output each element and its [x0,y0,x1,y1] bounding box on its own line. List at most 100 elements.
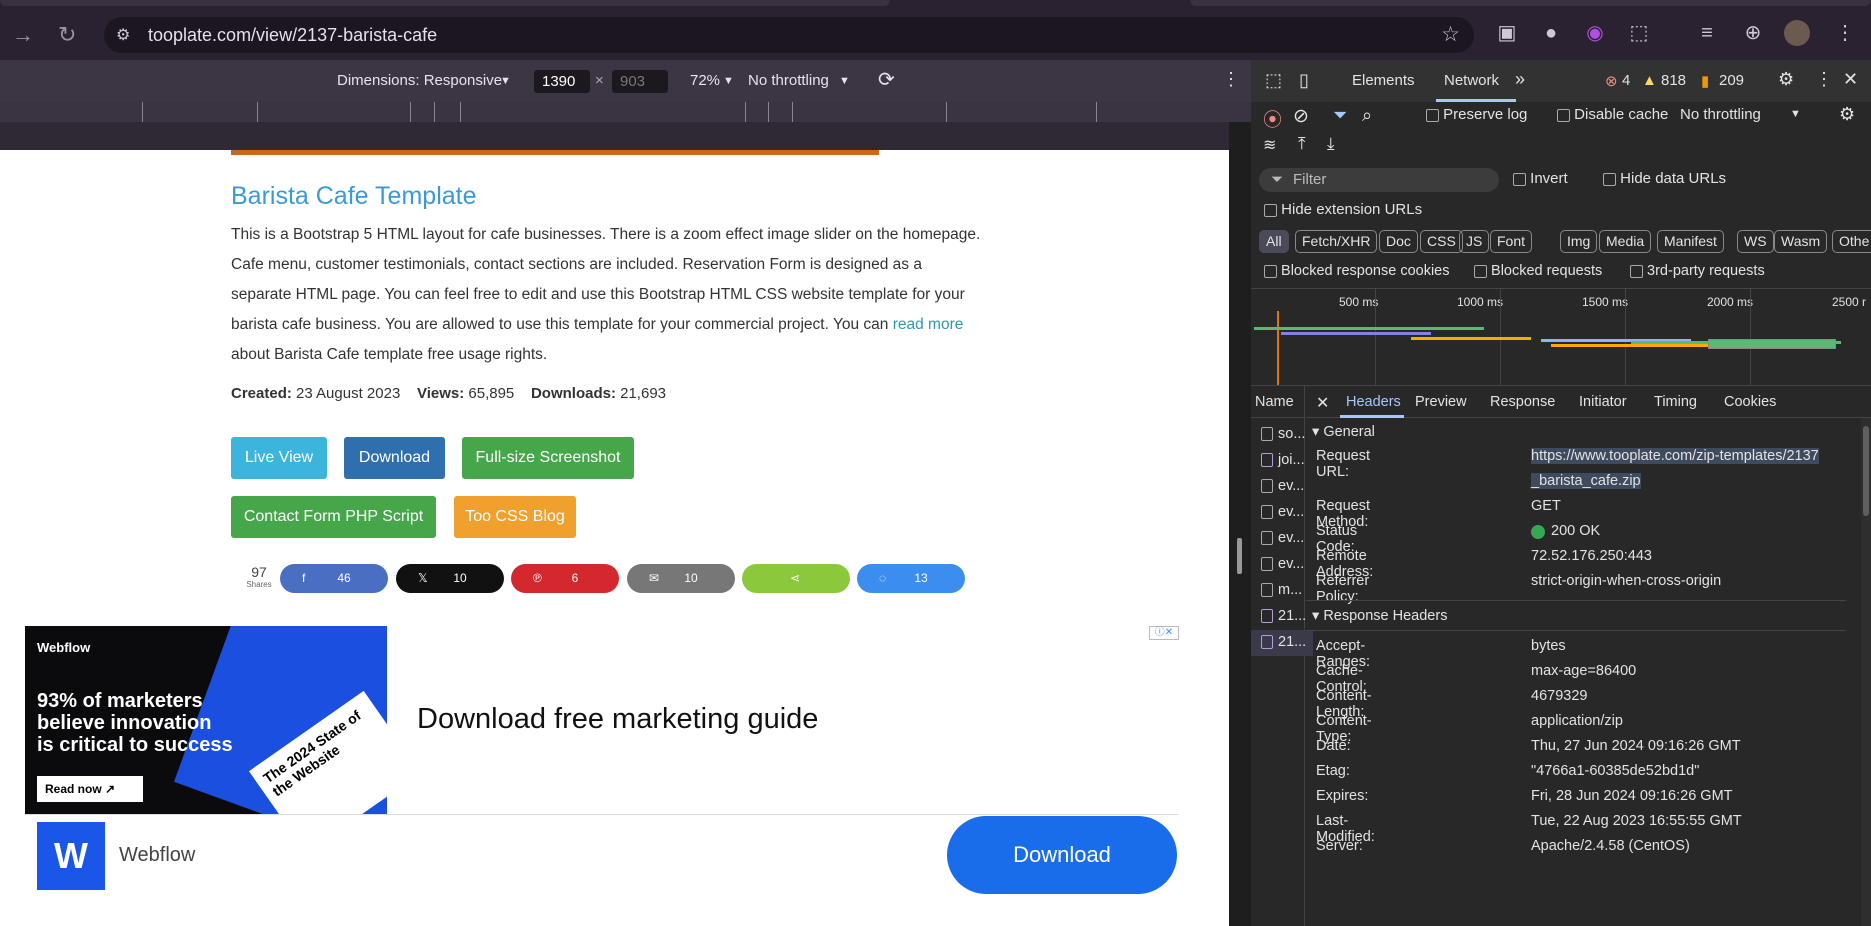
extension-icon[interactable]: ● [1538,20,1564,46]
media-query-ruler[interactable] [0,102,1251,122]
disable-cache-checkbox[interactable]: Disable cache [1557,106,1668,123]
network-settings-icon[interactable]: ⚙ [1839,104,1855,125]
request-row[interactable]: ev... [1251,500,1313,526]
header-value[interactable]: Thu, 27 Jun 2024 09:16:26 GMT [1531,738,1741,754]
site-settings-icon[interactable]: ⚙ [116,25,130,45]
ad-choices-icon[interactable]: ⓘ✕ [1149,626,1179,640]
tab-preview[interactable]: Preview [1415,394,1467,410]
messenger-share-button[interactable]: ◌ 13 [857,564,965,593]
request-row[interactable]: so... [1251,422,1313,448]
puzzle-icon[interactable]: ⬚ [1626,20,1652,46]
avatar[interactable] [1784,20,1810,46]
throttling-select[interactable]: No throttling [748,72,829,89]
name-column-header[interactable]: Name [1251,386,1305,418]
type-filter-ws[interactable]: WS [1737,230,1774,253]
request-url-value[interactable]: https://www.tooplate.com/zip-templates/2… [1531,448,1819,464]
extension-icon[interactable]: ▣ [1494,20,1520,46]
ad-download-button[interactable]: Download [947,816,1177,894]
zoom-select[interactable]: 72% [690,72,720,89]
live-view-button[interactable]: Live View [231,437,327,479]
read-now-button[interactable]: Read now ↗ [37,776,143,802]
network-overview[interactable]: 500 ms 1000 ms 1500 ms 2000 ms 2500 r [1251,288,1871,386]
contact-form-php-button[interactable]: Contact Form PHP Script [231,496,436,538]
type-filter-doc[interactable]: Doc [1379,230,1418,253]
height-input[interactable]: 903 [612,70,668,93]
type-filter-js[interactable]: JS [1459,230,1490,253]
warning-icon[interactable]: ▲ [1642,72,1657,89]
general-section-toggle[interactable]: ▾ General [1312,424,1375,440]
request-row-selected[interactable]: 21... [1251,630,1313,656]
download-icon[interactable]: ⊕ [1740,20,1766,46]
network-conditions-icon[interactable]: ≋ [1263,135,1276,155]
request-row[interactable]: 21... [1251,604,1313,630]
invert-checkbox[interactable]: Invert [1513,170,1568,187]
type-filter-img[interactable]: Img [1560,230,1598,253]
header-value[interactable]: Apache/2.4.58 (CentOS) [1531,838,1690,854]
header-value[interactable]: 4679329 [1531,688,1587,704]
request-row[interactable]: m... [1251,578,1313,604]
type-filter-css[interactable]: CSS [1420,230,1463,253]
issues-count[interactable]: 209 [1719,72,1744,89]
third-party-checkbox[interactable]: 3rd-party requests [1630,263,1765,279]
tab-headers[interactable]: Headers [1346,394,1401,410]
extension-icon[interactable]: ◉ [1582,20,1608,46]
type-filter-fetch-xhr[interactable]: Fetch/XHR [1295,230,1378,253]
resize-handle[interactable] [1237,538,1242,574]
hide-data-urls-checkbox[interactable]: Hide data URLs [1603,170,1726,187]
bookmark-star-icon[interactable]: ☆ [1441,22,1460,47]
tab-timing[interactable]: Timing [1654,394,1697,410]
more-options-icon[interactable]: ⋮ [1815,69,1833,90]
rotate-icon[interactable]: ⟳ [878,67,895,92]
network-throttling-select[interactable]: No throttling [1680,106,1761,123]
ad-headline[interactable]: Download free marketing guide [417,703,818,736]
type-filter-wasm[interactable]: Wasm [1774,230,1828,253]
response-headers-toggle[interactable]: ▾ Response Headers [1312,608,1447,624]
error-icon[interactable]: ⊗ [1605,72,1618,90]
url-text[interactable]: tooplate.com/view/2137-barista-cafe [148,25,437,46]
x-share-button[interactable]: 𝕏 10 [396,564,504,593]
scrollbar-thumb[interactable] [1863,426,1869,516]
header-value[interactable]: GET [1531,498,1561,514]
read-more-link[interactable]: read more [893,316,964,333]
header-value[interactable]: Fri, 28 Jun 2024 09:16:26 GMT [1531,788,1733,804]
preserve-log-checkbox[interactable]: Preserve log [1426,106,1527,123]
type-filter-all[interactable]: All [1259,230,1289,253]
export-har-icon[interactable]: ⤓ [1327,134,1335,154]
type-filter-media[interactable]: Media [1599,230,1652,253]
clear-icon[interactable]: ⊘ [1293,105,1309,128]
inspect-element-icon[interactable]: ⬚ [1265,70,1282,91]
pinterest-share-button[interactable]: ℗ 6 [511,564,619,593]
search-icon[interactable]: ⌕ [1362,105,1372,126]
media-icon[interactable]: ≡ [1694,20,1720,46]
blocked-requests-checkbox[interactable]: Blocked requests [1474,263,1602,279]
headers-scrollbar[interactable] [1861,418,1871,926]
warning-count[interactable]: 818 [1661,72,1686,89]
close-icon[interactable]: ✕ [1843,69,1858,90]
more-tabs-icon[interactable]: » [1515,69,1525,90]
error-count[interactable]: 4 [1622,72,1630,89]
record-stop-icon[interactable]: ⦿ [1263,105,1282,132]
browser-tab[interactable] [1190,0,1871,6]
request-row[interactable]: joi... [1251,448,1313,474]
forward-icon[interactable]: → [12,22,34,48]
import-har-icon[interactable]: ⤒ [1298,134,1306,154]
menu-icon[interactable]: ⋮ [1832,20,1858,46]
header-value[interactable]: max-age=86400 [1531,663,1636,679]
more-options-icon[interactable]: ⋮ [1222,69,1240,90]
blocked-cookies-checkbox[interactable]: Blocked response cookies [1264,263,1450,279]
request-row[interactable]: ev... [1251,552,1313,578]
share-button[interactable]: ⋖ [742,564,850,593]
header-value[interactable]: application/zip [1531,713,1623,729]
request-url-value[interactable]: _barista_cafe.zip [1531,473,1641,489]
omnibox[interactable]: ⚙ tooplate.com/view/2137-barista-cafe ☆ [104,17,1474,53]
reload-icon[interactable]: ↻ [58,22,76,48]
email-share-button[interactable]: ✉ 10 [627,564,735,593]
close-detail-icon[interactable]: ✕ [1316,393,1329,413]
facebook-share-button[interactable]: f 46 [280,564,388,593]
request-row[interactable]: ev... [1251,474,1313,500]
type-filter-manifest[interactable]: Manifest [1657,230,1724,253]
tab-initiator[interactable]: Initiator [1579,394,1627,410]
browser-tab[interactable] [0,0,890,6]
full-size-screenshot-button[interactable]: Full-size Screenshot [462,437,634,479]
type-filter-font[interactable]: Font [1490,230,1533,253]
